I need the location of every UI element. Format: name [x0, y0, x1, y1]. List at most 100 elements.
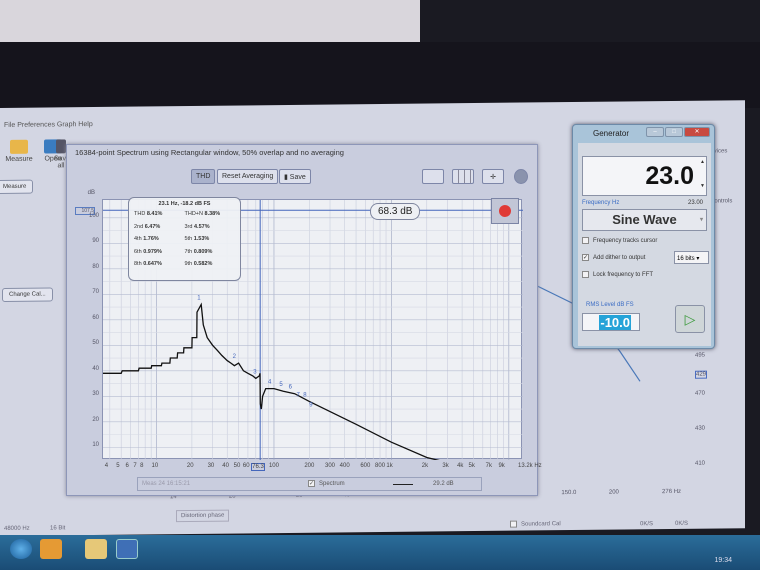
output-rate-status: 0K/S — [675, 520, 689, 527]
harmonic-label: 3 — [253, 369, 257, 375]
y-tick-label: 40 — [92, 365, 99, 372]
harmonic-label: 7 — [296, 392, 300, 398]
y-tick-label: 70 — [92, 289, 99, 296]
legend-line-swatch — [393, 484, 413, 485]
x-tick-label: 276 Hz — [662, 488, 682, 496]
thd-value: 8.38% — [204, 211, 221, 217]
x-tick-label: 800 — [375, 463, 386, 469]
thd-label: 3rd — [184, 223, 193, 230]
y-tick-label: 10 — [92, 442, 99, 449]
layout-icon[interactable] — [422, 169, 444, 184]
generator-title: Generator — [593, 129, 630, 138]
y-tick-label: 100 — [88, 212, 99, 219]
measurement-name[interactable]: Meas 24 16:15:21 — [142, 481, 190, 487]
explorer-icon[interactable] — [85, 539, 107, 559]
y-tick-label: 90 — [92, 238, 99, 245]
thd-cell: THD+N 8.38% — [185, 211, 236, 224]
frequency-value: 23.00 — [688, 200, 704, 206]
play-button[interactable]: ▷ — [675, 305, 705, 333]
x-cursor-marker[interactable]: 76.3 — [251, 463, 265, 471]
thd-cell: 9th 0.582% — [185, 261, 236, 274]
sample-rate-status: 48000 Hz — [4, 525, 30, 532]
distortion-phase-legend[interactable]: Distortion phase — [176, 509, 230, 523]
rms-level-input[interactable]: -10.0 — [582, 313, 640, 331]
thd-cell: 6th 0.979% — [134, 249, 185, 262]
y-tick-label: 80 — [92, 263, 99, 270]
frequency-up-icon[interactable]: ▲ — [698, 159, 705, 165]
move-cursor-icon[interactable]: ✛ — [482, 169, 504, 184]
y-tick: 430 — [695, 425, 706, 432]
frequency-input[interactable]: 23.0 ▲ ▼ — [582, 156, 707, 196]
x-tick-label: 150.0 — [561, 489, 577, 497]
thd-value: 1.76% — [143, 236, 159, 242]
rew-taskbar-icon[interactable] — [116, 539, 138, 559]
window-controls: – □ ✕ — [646, 127, 710, 137]
frequency-tracks-cursor-checkbox[interactable]: Frequency tracks cursor — [582, 237, 657, 244]
input-rate-status: 0K/S — [640, 521, 654, 528]
frequency-down-icon[interactable]: ▼ — [698, 183, 705, 189]
maximize-button[interactable]: □ — [665, 127, 683, 137]
add-dither-checkbox[interactable]: ✓ Add dither to output — [582, 254, 645, 261]
record-icon — [499, 205, 511, 217]
x-tick-label: 8 — [140, 463, 144, 469]
x-tick-label: 50 — [233, 463, 241, 469]
x-tick-label: 100 — [268, 463, 279, 469]
grid-icon[interactable] — [452, 169, 474, 184]
thd-value: 0.647% — [143, 261, 162, 267]
change-cal-button[interactable]: Change Cal... — [2, 287, 53, 302]
harmonic-label: 8 — [303, 392, 307, 398]
start-button[interactable] — [10, 539, 32, 559]
x-tick-label: 4 — [104, 463, 109, 469]
thd-row: 8th 0.647% 9th 0.582% — [134, 261, 235, 274]
thd-row: 2nd 6.47% 3rd 4.57% — [134, 224, 235, 237]
measure-button[interactable]: Measure — [0, 179, 34, 195]
spectrum-window: 16384-point Spectrum using Rectangular w… — [66, 144, 542, 496]
thd-value: 6.47% — [144, 223, 161, 230]
record-button[interactable] — [491, 198, 519, 224]
spectrum-trace — [103, 302, 448, 464]
x-tick-label: 200 — [608, 489, 619, 496]
close-button[interactable]: ✕ — [684, 127, 710, 137]
waveform-select[interactable]: Sine Wave ▾ — [582, 209, 707, 231]
reset-averaging-button[interactable]: Reset Averaging — [217, 169, 279, 184]
settings-icon[interactable] — [514, 169, 528, 184]
clock: 19:34 — [714, 557, 732, 564]
thd-value: 1.53% — [193, 236, 210, 242]
background-wall — [0, 0, 420, 42]
harmonic-label: 1 — [197, 296, 201, 302]
x-tick-label: 10 — [151, 463, 159, 469]
bit-depth-status: 16 Bit — [50, 525, 66, 532]
x-tick-label: 1k — [386, 463, 393, 469]
soundcard-cal-checkbox[interactable]: Soundcard Cal — [510, 520, 561, 528]
bits-select[interactable]: 16 bits ▾ — [674, 251, 709, 264]
y-tick-label: 50 — [92, 340, 99, 347]
thd-cell: 8th 0.647% — [134, 261, 185, 274]
x-tick-label: 3k — [442, 463, 449, 469]
thd-button[interactable]: THD — [191, 169, 216, 184]
y-tick: 495 — [695, 352, 706, 359]
toolbar-measure[interactable]: Measure — [2, 139, 36, 163]
y-axis-unit: dB — [87, 190, 95, 196]
thd-label: 9th — [184, 261, 193, 267]
save-button[interactable]: ▮ Save — [279, 169, 311, 184]
thd-label: THD — [134, 211, 146, 217]
x-tick-label: 20 — [186, 463, 194, 469]
frequency-label: Frequency Hz — [582, 200, 620, 206]
lock-frequency-checkbox[interactable]: Lock frequency to FFT — [582, 271, 653, 278]
thd-row: 6th 0.979% 7th 0.809% — [134, 249, 235, 262]
monitor-bezel — [0, 42, 760, 108]
minimize-button[interactable]: – — [646, 127, 664, 137]
generator-window: Generator – □ ✕ 23.0 ▲ ▼ Frequency Hz 23.00… — [572, 124, 715, 349]
thd-value: 8.41% — [146, 211, 163, 217]
x-tick-label: 600 — [360, 463, 371, 469]
y-cursor-marker: 429 — [695, 370, 708, 379]
thd-label: 8th — [134, 261, 142, 267]
y-tick-label: 20 — [92, 416, 99, 423]
x-tick-label: 7 — [133, 463, 137, 469]
spectrum-checkbox[interactable]: ✓ Spectrum — [308, 480, 345, 487]
harmonic-label: 2 — [233, 354, 237, 360]
x-tick-label: 60 — [242, 463, 250, 469]
cursor-level-readout: 68.3 dB — [370, 203, 421, 220]
thd-header: 23.1 Hz, -18.2 dB FS — [158, 201, 211, 207]
browser-icon[interactable] — [40, 539, 62, 559]
